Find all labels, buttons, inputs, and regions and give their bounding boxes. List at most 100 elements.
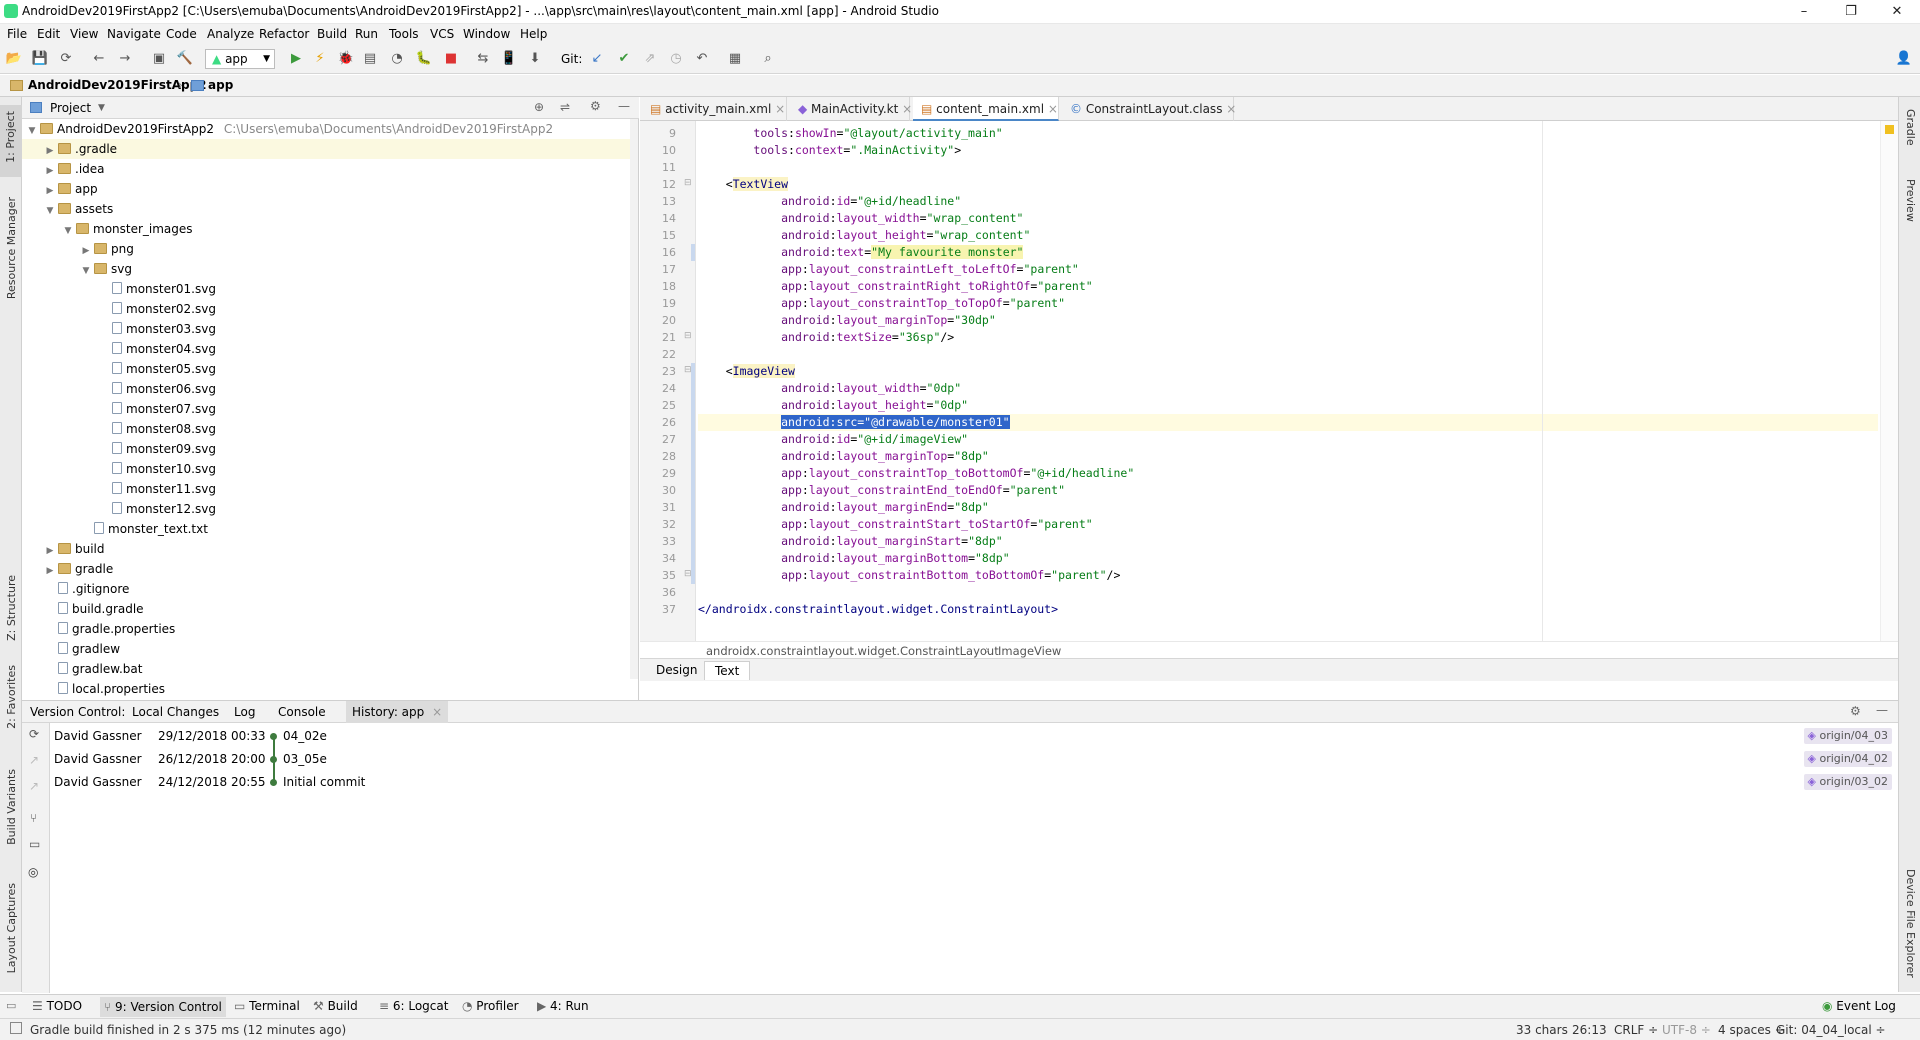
tool-event-log[interactable]: ◉ Event Log (1822, 999, 1896, 1013)
menu-navigate[interactable]: Navigate (107, 27, 161, 41)
tool-gradle[interactable]: Gradle (1904, 109, 1917, 146)
vc-settings-gear-icon[interactable]: ⚙ (1850, 704, 1861, 718)
tree-item[interactable]: local.properties (44, 679, 165, 699)
git-rollback-icon[interactable]: ↶ (693, 50, 711, 68)
editor-scrollbar[interactable] (1880, 121, 1898, 641)
tree-item[interactable]: monster10.svg (98, 459, 216, 479)
close-icon[interactable]: × (771, 102, 785, 116)
project-structure-icon[interactable]: ▦ (726, 50, 744, 68)
tool-profiler[interactable]: ◔ Profiler (462, 999, 519, 1013)
tool-terminal[interactable]: ▭ Terminal (234, 999, 300, 1013)
gradle-sync-icon[interactable]: ⇆ (474, 50, 492, 68)
branch-icon[interactable]: ⑂ (30, 811, 37, 825)
tree-item[interactable]: ▶ gradle (44, 559, 114, 579)
commit-row[interactable]: David Gassner 29/12/2018 00:33 04_02e ◈ ori… (50, 725, 1898, 747)
status-git-branch[interactable]: Git: 04_04_local ÷ (1776, 1023, 1886, 1037)
run-config-select[interactable]: ▲ app ▼ (205, 49, 275, 69)
status-toggle-icon[interactable] (10, 1022, 22, 1034)
tab-local-changes[interactable]: Local Changes (126, 701, 225, 723)
hide-panel-icon[interactable]: — (618, 99, 630, 113)
tree-item[interactable]: .gitignore (44, 579, 129, 599)
tree-item[interactable]: monster06.svg (98, 379, 216, 399)
status-message[interactable]: Gradle build finished in 2 s 375 ms (12 … (30, 1023, 346, 1037)
menu-file[interactable]: File (7, 27, 27, 41)
code-area[interactable]: tools:showIn="@layout/activity_main" too… (698, 121, 1878, 641)
avd-manager-icon[interactable]: 📱 (500, 50, 518, 68)
attach-debugger-icon[interactable]: 🐛 (415, 50, 433, 68)
back-icon[interactable]: ← (90, 50, 108, 68)
refresh-icon[interactable]: ⟳ (29, 727, 39, 741)
menu-analyze[interactable]: Analyze (207, 27, 254, 41)
menu-help[interactable]: Help (520, 27, 547, 41)
settings-gear-icon[interactable]: ⚙ (590, 99, 601, 113)
details-icon[interactable]: ▭ (29, 837, 40, 851)
locate-icon[interactable]: ⊕ (534, 100, 544, 114)
tree-item[interactable]: monster04.svg (98, 339, 216, 359)
tab-design[interactable]: Design (646, 661, 707, 680)
tree-item[interactable]: monster05.svg (98, 359, 216, 379)
tree-item[interactable]: gradlew (44, 639, 120, 659)
status-position[interactable]: 26:13 (1572, 1023, 1607, 1037)
tool-layout-captures[interactable]: Layout Captures (5, 883, 18, 973)
tree-item[interactable]: monster12.svg (98, 499, 216, 519)
tree-item[interactable]: monster09.svg (98, 439, 216, 459)
menu-tools[interactable]: Tools (389, 27, 419, 41)
close-icon[interactable]: × (1044, 102, 1058, 116)
tool-logcat[interactable]: ≡ 6: Logcat (379, 999, 448, 1013)
sync-icon[interactable]: ⟳ (57, 50, 75, 68)
git-update-icon[interactable]: ↙ (588, 50, 606, 68)
tree-item[interactable]: ▶ .gradle (22, 139, 630, 159)
tool-todo[interactable]: ☰ TODO (32, 999, 82, 1013)
crumb-constraint-layout[interactable]: androidx.constraintlayout.widget.Constra… (706, 644, 999, 658)
apply-changes-icon[interactable]: ⚡ (311, 50, 329, 68)
tool-project-tab[interactable]: 1: Project (0, 105, 22, 177)
menu-edit[interactable]: Edit (37, 27, 60, 41)
close-icon[interactable]: × (898, 102, 912, 116)
branch-tag[interactable]: ◈ origin/03_02 (1803, 774, 1892, 790)
tab-text[interactable]: Text (704, 661, 751, 680)
tool-build[interactable]: ⚒ Build (313, 999, 358, 1013)
tree-item[interactable]: ▶ .idea (44, 159, 105, 179)
panel-toggle-icon[interactable]: ▭ (6, 999, 16, 1012)
tree-item[interactable]: monster_text.txt (80, 519, 208, 539)
compare-icon[interactable]: ↗ (29, 779, 39, 793)
open-icon[interactable]: 📂 (5, 50, 23, 68)
tool-resource-manager[interactable]: Resource Manager (5, 197, 18, 299)
profile-icon[interactable]: ◔ (388, 50, 406, 68)
tree-root[interactable]: ▼ AndroidDev2019FirstApp2 C:\Users\emuba\… (26, 119, 554, 139)
status-line-separator[interactable]: CRLF ÷ (1614, 1023, 1658, 1037)
user-icon[interactable]: 👤 (1895, 50, 1913, 68)
tree-item[interactable]: monster08.svg (98, 419, 216, 439)
menu-run[interactable]: Run (355, 27, 378, 41)
menu-refactor[interactable]: Refactor (259, 27, 309, 41)
menu-view[interactable]: View (70, 27, 98, 41)
branch-tag[interactable]: ◈ origin/04_02 (1803, 751, 1892, 767)
editor-tab[interactable]: ▤ activity_main.xml × (642, 97, 787, 121)
cherry-pick-icon[interactable]: ↗ (29, 753, 39, 767)
coverage-icon[interactable]: ▤ (361, 50, 379, 68)
tab-log[interactable]: Log (228, 701, 261, 723)
git-history-icon[interactable]: ◷ (667, 50, 685, 68)
tree-item[interactable]: ▼ monster_images (62, 219, 193, 239)
tree-item[interactable]: gradle.properties (44, 619, 175, 639)
chevron-down-icon[interactable]: ▼ (98, 103, 105, 113)
tree-item[interactable]: monster01.svg (98, 279, 216, 299)
tool-structure[interactable]: Z: Structure (5, 575, 18, 641)
tree-item[interactable]: monster03.svg (98, 319, 216, 339)
tree-item[interactable]: build.gradle (44, 599, 144, 619)
editor-tab[interactable]: ▤ content_main.xml × (913, 97, 1059, 121)
status-encoding[interactable]: UTF-8 ÷ (1662, 1023, 1711, 1037)
github-icon[interactable]: ◎ (28, 865, 38, 879)
tab-console[interactable]: Console (272, 701, 332, 723)
make-project-icon[interactable]: 🔨 (176, 50, 194, 68)
stop-icon[interactable]: ■ (442, 50, 460, 68)
git-compare-icon[interactable]: ⇗ (641, 50, 659, 68)
tree-item[interactable]: ▶ app (44, 179, 98, 199)
sdk-manager-icon[interactable]: ⬇ (526, 50, 544, 68)
fold-marker-icon[interactable]: ⊟ (684, 178, 692, 188)
run-icon[interactable]: ▶ (287, 50, 305, 68)
debug-icon[interactable]: 🐞 (337, 50, 355, 68)
tab-history-app[interactable]: History: app × (346, 701, 449, 723)
branch-tag[interactable]: ◈ origin/04_03 (1803, 728, 1892, 744)
tool-favorites[interactable]: 2: Favorites (5, 665, 18, 729)
